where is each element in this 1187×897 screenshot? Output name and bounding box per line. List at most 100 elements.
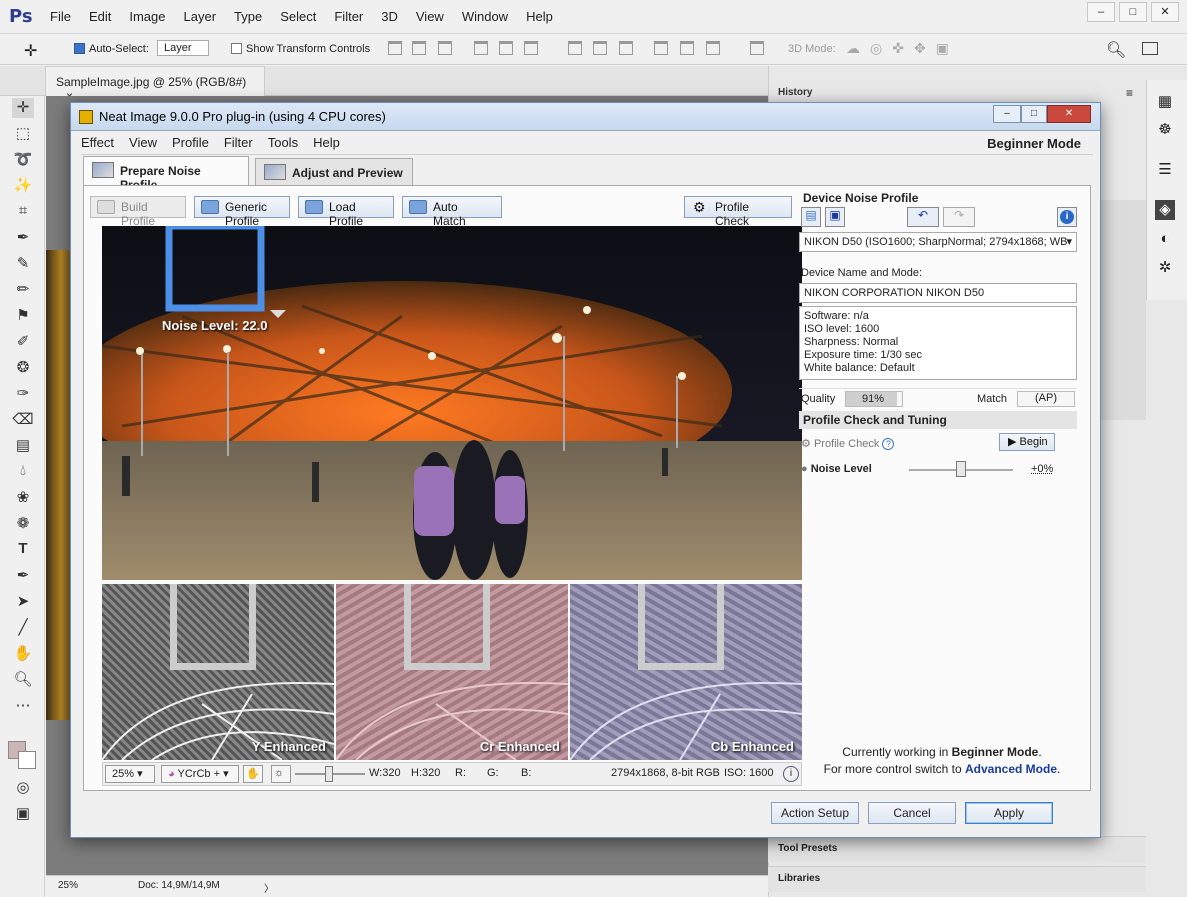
status-zoom[interactable]: 25%: [58, 880, 78, 891]
tool-presets-tab[interactable]: Tool Presets: [768, 836, 1146, 862]
menu-image[interactable]: Image: [129, 9, 165, 24]
action-setup-button[interactable]: Action Setup: [771, 802, 859, 824]
distribute-bottom-icon[interactable]: [619, 41, 633, 55]
tab-prepare-noise-profile[interactable]: Prepare Noise Profile: [83, 156, 249, 192]
tab-adjust-preview[interactable]: Adjust and Preview: [255, 158, 413, 186]
workspace-icon[interactable]: [1142, 42, 1158, 55]
dlg-menu-filter[interactable]: Filter: [224, 135, 253, 150]
menu-help[interactable]: Help: [526, 9, 553, 24]
history-brush-icon[interactable]: ✐: [12, 332, 34, 352]
grid-icon[interactable]: ▦: [1155, 92, 1175, 112]
align-hcenter-icon[interactable]: [499, 41, 513, 55]
redo-icon[interactable]: ↷: [943, 207, 975, 227]
open-profile-icon[interactable]: ▤: [801, 207, 821, 227]
align-bottom-icon[interactable]: [438, 41, 452, 55]
dialog-maximize-icon[interactable]: □: [1021, 105, 1047, 123]
screen-mode-icon[interactable]: ▣: [12, 804, 34, 824]
paths-icon[interactable]: ✲: [1155, 258, 1175, 278]
align-right-icon[interactable]: [524, 41, 538, 55]
layers-icon[interactable]: ◈: [1155, 200, 1175, 220]
sponge-tool-icon[interactable]: ❁: [12, 514, 34, 534]
libraries-tab[interactable]: Libraries: [768, 866, 1146, 892]
move-tool-icon[interactable]: ✛: [24, 41, 37, 61]
advanced-mode-link[interactable]: Advanced Mode: [965, 762, 1057, 776]
history-panel-tab[interactable]: History: [770, 84, 840, 102]
minimize-icon[interactable]: ‒: [1087, 2, 1115, 22]
art-history-brush-icon[interactable]: ✑: [12, 384, 34, 404]
status-menu-arrow[interactable]: 〉: [264, 880, 274, 895]
show-transform-checkbox[interactable]: Show Transform Controls: [231, 43, 370, 55]
menu-type[interactable]: Type: [234, 9, 262, 24]
menu-filter[interactable]: Filter: [334, 9, 363, 24]
menu-window[interactable]: Window: [462, 9, 508, 24]
search-icon[interactable]: 🔍︎: [1106, 40, 1126, 60]
dialog-minimize-icon[interactable]: ‒: [993, 105, 1021, 123]
blur-tool-icon[interactable]: 💧︎: [12, 462, 34, 482]
dodge-tool-icon[interactable]: ❀: [12, 488, 34, 508]
close-icon[interactable]: ✕: [1151, 2, 1179, 22]
eyedropper-tool-icon[interactable]: ✒: [12, 228, 34, 248]
type-tool-icon[interactable]: T: [12, 540, 34, 560]
device-name-field[interactable]: NIKON CORPORATION NIKON D50: [799, 283, 1077, 303]
distribute-top-icon[interactable]: [568, 41, 582, 55]
brightness-icon[interactable]: ☼: [271, 765, 291, 783]
pen-tool-icon[interactable]: ✒: [12, 566, 34, 586]
channels-icon[interactable]: ◐: [1155, 230, 1175, 250]
profile-check-button[interactable]: ⚙ Profile Check: [684, 196, 792, 228]
undo-icon[interactable]: ↶: [907, 207, 939, 227]
auto-match-button[interactable]: Auto Match: [402, 196, 502, 228]
document-tab[interactable]: SampleImage.jpg @ 25% (RGB/8#) ×: [45, 66, 265, 103]
profile-select[interactable]: NIKON D50 (ISO1600; SharpNormal; 2794x18…: [799, 232, 1077, 252]
distribute-left-icon[interactable]: [654, 41, 668, 55]
crop-tool-icon[interactable]: ⌗: [12, 202, 34, 222]
eraser-tool-icon[interactable]: ⌫: [12, 410, 34, 430]
dlg-menu-tools[interactable]: Tools: [268, 135, 298, 150]
thumb-cr-enhanced[interactable]: Cr Enhanced: [336, 584, 568, 760]
healing-brush-icon[interactable]: ✎: [12, 254, 34, 274]
auto-select-dropdown[interactable]: Layer: [157, 40, 209, 56]
apply-button[interactable]: Apply: [965, 802, 1053, 824]
quick-mask-icon[interactable]: ◎: [12, 778, 34, 798]
dlg-menu-view[interactable]: View: [129, 135, 157, 150]
menu-edit[interactable]: Edit: [89, 9, 111, 24]
color-mode-dropdown[interactable]: ◕ YCrCb + ▾: [161, 765, 239, 783]
cancel-button[interactable]: Cancel: [868, 802, 956, 824]
menu-file[interactable]: File: [50, 9, 71, 24]
preview-image[interactable]: Noise Level: 22.0: [102, 226, 802, 580]
menu-view[interactable]: View: [416, 9, 444, 24]
align-left-icon[interactable]: [474, 41, 488, 55]
navigator-icon[interactable]: ☸: [1155, 120, 1175, 140]
menu-layer[interactable]: Layer: [184, 9, 217, 24]
brush-tool-icon[interactable]: ✏: [12, 280, 34, 300]
save-profile-icon[interactable]: ▣: [825, 207, 845, 227]
menu-3d[interactable]: 3D: [381, 9, 398, 24]
align-vcenter-icon[interactable]: [412, 41, 426, 55]
adjustments-icon[interactable]: ☰: [1155, 160, 1175, 180]
zoom-tool-icon[interactable]: 🔍︎: [12, 670, 34, 690]
line-tool-icon[interactable]: ╱: [12, 618, 34, 638]
noise-level-value[interactable]: +0%: [1031, 463, 1053, 475]
stamp-icon[interactable]: ❂: [12, 358, 34, 378]
build-profile-button[interactable]: Build Profile: [90, 196, 186, 228]
marquee-tool-icon[interactable]: ⬚: [12, 124, 34, 144]
hand-icon[interactable]: ✋: [243, 765, 263, 783]
maximize-icon[interactable]: □: [1119, 2, 1147, 22]
thumb-y-enhanced[interactable]: Y Enhanced: [102, 584, 334, 760]
hand-tool-icon[interactable]: ✋: [12, 644, 34, 664]
background-color-swatch[interactable]: [18, 751, 36, 769]
lasso-tool-icon[interactable]: ➰: [12, 150, 34, 170]
dlg-menu-profile[interactable]: Profile: [172, 135, 209, 150]
help-icon[interactable]: ?: [882, 438, 895, 450]
move-tool-icon[interactable]: ✛: [12, 98, 34, 118]
begin-button[interactable]: ▶ Begin: [999, 433, 1055, 451]
distribute-vcenter-icon[interactable]: [593, 41, 607, 55]
menu-select[interactable]: Select: [280, 9, 316, 24]
noise-level-slider-thumb[interactable]: [956, 461, 966, 477]
profile-info-button[interactable]: i: [1057, 207, 1077, 227]
auto-align-icon[interactable]: [750, 41, 764, 55]
dlg-menu-effect[interactable]: Effect: [81, 135, 114, 150]
thumb-cb-enhanced[interactable]: Cb Enhanced: [570, 584, 802, 760]
generic-profile-button[interactable]: Generic Profile: [194, 196, 290, 228]
load-profile-button[interactable]: Load Profile: [298, 196, 394, 228]
dialog-close-icon[interactable]: ✕: [1047, 105, 1091, 123]
